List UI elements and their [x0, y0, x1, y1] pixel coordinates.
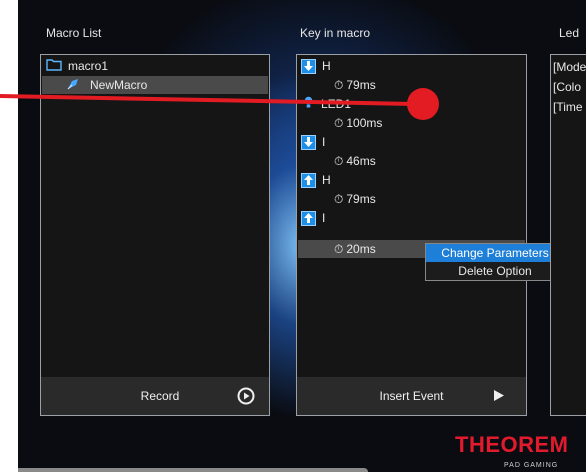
- context-menu: Change Parameters Delete Option: [425, 243, 565, 281]
- delay-label: 79ms: [346, 78, 376, 92]
- bottom-strip: [18, 468, 368, 472]
- led-time-line: [Time: [553, 100, 583, 114]
- key-in-macro-title: Key in macro: [300, 26, 371, 40]
- key-label: I: [322, 135, 326, 149]
- key-event-row[interactable]: H: [298, 171, 525, 189]
- stopwatch-icon: ⏱: [334, 77, 344, 92]
- delay-row[interactable]: ⏱ 100ms: [298, 114, 525, 132]
- macro-group-label: macro1: [68, 59, 109, 73]
- delay-label: 79ms: [346, 192, 376, 206]
- stopwatch-icon: ⏱: [334, 241, 344, 256]
- delay-label: 20ms: [346, 242, 376, 256]
- key-label: I: [322, 211, 326, 225]
- bulb-icon: [304, 96, 313, 112]
- led-panel: [Mode [Colo [Time: [550, 54, 586, 416]
- change-parameters-menu-item[interactable]: Change Parameters: [426, 244, 564, 262]
- folder-icon: [46, 58, 62, 74]
- record-button[interactable]: Record: [141, 389, 180, 403]
- led-title: Led: [559, 26, 580, 40]
- key-event-row[interactable]: H: [298, 57, 525, 75]
- record-play-icon[interactable]: [237, 387, 255, 408]
- macro-list-panel: macro1 NewMacro Record: [40, 54, 270, 416]
- macro-tree-item-macro1[interactable]: macro1: [42, 57, 268, 75]
- stopwatch-icon: ⏱: [334, 191, 344, 206]
- key-event-row[interactable]: I: [298, 133, 525, 151]
- led-color-line: [Colo: [553, 80, 582, 94]
- insert-event-button[interactable]: Insert Event: [379, 389, 443, 403]
- delay-row[interactable]: ⏱ 79ms: [298, 76, 525, 94]
- delay-label: 46ms: [346, 154, 376, 168]
- delay-row[interactable]: ⏱ 46ms: [298, 152, 525, 170]
- macro-tree-item-newmacro[interactable]: NewMacro: [42, 76, 268, 94]
- theorem-logo-subtitle: PAD GAMING: [504, 462, 559, 469]
- key-label: H: [322, 59, 331, 73]
- delay-row[interactable]: ⏱ 79ms: [298, 190, 525, 208]
- led-event-row[interactable]: LED1: [298, 95, 525, 113]
- key-down-arrow-icon: [301, 58, 316, 74]
- led-label: LED1: [321, 97, 352, 111]
- key-list-panel: H ⏱ 79ms LED1 ⏱ 100ms I ⏱ 46ms H ⏱ 79ms …: [296, 54, 527, 416]
- macro-name-label: NewMacro: [90, 78, 148, 92]
- insert-event-bar: Insert Event: [297, 377, 526, 415]
- record-bar: Record: [41, 377, 269, 415]
- key-up-arrow-icon: [301, 172, 316, 188]
- key-event-row[interactable]: I: [298, 209, 525, 227]
- macro-editor-window: Macro List Key in macro Led macro1 NewMa…: [18, 0, 586, 472]
- led-mode-line: [Mode: [553, 60, 586, 74]
- key-label: H: [322, 173, 331, 187]
- stopwatch-icon: ⏱: [334, 115, 344, 130]
- stopwatch-icon: ⏱: [334, 153, 344, 168]
- key-down-arrow-icon: [301, 134, 316, 150]
- delete-option-menu-item[interactable]: Delete Option: [426, 262, 564, 280]
- macro-list-title: Macro List: [46, 26, 102, 40]
- theorem-logo: THEOREM: [455, 432, 569, 457]
- macro-file-icon: [66, 77, 80, 94]
- delay-label: 100ms: [346, 116, 383, 130]
- play-arrow-icon[interactable]: [494, 390, 504, 404]
- key-up-arrow-icon: [301, 210, 316, 226]
